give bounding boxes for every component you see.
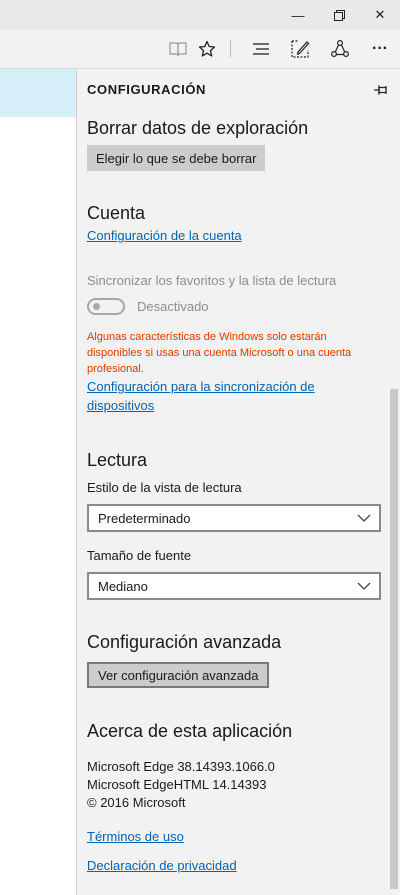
pin-icon: [374, 85, 387, 95]
hub-button[interactable]: [246, 34, 276, 64]
web-note-icon: [291, 40, 310, 58]
share-icon: [330, 39, 350, 58]
account-settings-link[interactable]: Configuración de la cuenta: [87, 226, 242, 245]
more-button[interactable]: ···: [365, 34, 395, 64]
toggle-knob: [93, 303, 100, 310]
favorites-star-icon: [198, 40, 216, 57]
reading-style-select[interactable]: Predeterminado: [87, 504, 381, 532]
terms-of-use-link[interactable]: Términos de uso: [87, 827, 184, 846]
pin-button[interactable]: [370, 79, 392, 101]
font-size-value: Mediano: [98, 578, 148, 594]
toolbar-separator: [230, 40, 231, 58]
view-advanced-settings-button[interactable]: Ver configuración avanzada: [87, 662, 270, 688]
about-heading: Acerca de esta aplicación: [87, 721, 293, 741]
clear-data-heading: Borrar datos de exploración: [87, 118, 309, 138]
title-bar: — ✕: [0, 0, 400, 30]
web-note-button[interactable]: [285, 34, 315, 64]
reading-view-icon: [169, 42, 187, 57]
reading-view-button[interactable]: [163, 34, 193, 64]
edge-version: Microsoft Edge 38.14393.1066.0: [87, 759, 275, 774]
close-button[interactable]: ✕: [362, 0, 398, 30]
sync-toggle-state: Desactivado: [137, 299, 209, 314]
font-size-label: Tamaño de fuente: [87, 548, 192, 563]
reading-heading: Lectura: [87, 450, 148, 470]
restore-button[interactable]: [321, 0, 357, 30]
sync-favorites-label: Sincronizar los favoritos y la lista de …: [87, 273, 337, 288]
share-button[interactable]: [325, 34, 355, 64]
more-icon: ···: [372, 40, 388, 57]
hub-icon: [253, 43, 269, 55]
page-highlight: [0, 69, 76, 117]
account-heading: Cuenta: [87, 203, 146, 223]
favorites-button[interactable]: [192, 34, 222, 64]
chevron-down-icon: [357, 514, 371, 522]
reading-style-value: Predeterminado: [98, 510, 191, 526]
browser-toolbar: ···: [0, 30, 400, 69]
device-sync-settings-link[interactable]: Configuración para la sincronización de …: [87, 377, 347, 415]
page-content-strip: [0, 69, 77, 895]
restore-icon: [333, 9, 345, 21]
advanced-settings-heading: Configuración avanzada: [87, 632, 282, 652]
panel-title: CONFIGURACIÓN: [87, 82, 207, 97]
reading-style-label: Estilo de la vista de lectura: [87, 480, 242, 495]
edgehtml-version: Microsoft EdgeHTML 14.14393: [87, 777, 267, 792]
minimize-button[interactable]: —: [280, 0, 316, 30]
privacy-statement-link[interactable]: Declaración de privacidad: [87, 856, 237, 875]
choose-what-to-clear-button[interactable]: Elegir lo que se debe borrar: [87, 145, 266, 171]
sync-toggle[interactable]: [87, 298, 125, 315]
account-warning-text: Algunas características de Windows solo …: [87, 331, 352, 375]
copyright-text: © 2016 Microsoft: [87, 795, 186, 810]
chevron-down-icon: [357, 582, 371, 590]
panel-scrollbar[interactable]: [390, 389, 398, 889]
font-size-select[interactable]: Mediano: [87, 572, 381, 600]
